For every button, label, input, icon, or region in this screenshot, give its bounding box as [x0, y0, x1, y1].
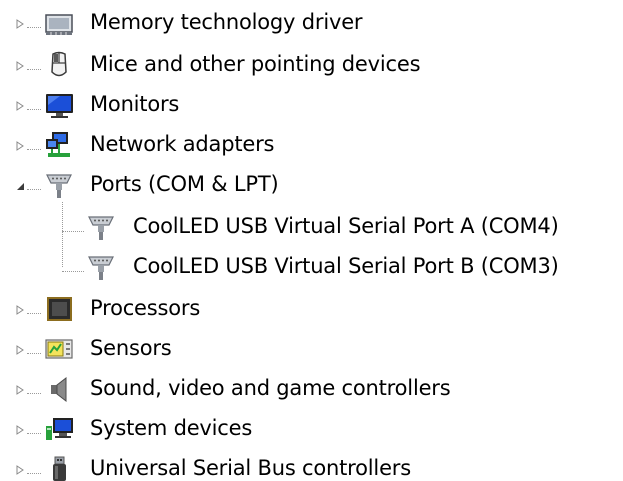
expand-arrow-icon[interactable]	[14, 424, 26, 436]
tree-item-memory-technology-driver[interactable]: Memory technology driver	[0, 4, 623, 40]
tree-item-label: System devices	[90, 416, 253, 440]
tree-item-processors[interactable]: Processors	[0, 290, 623, 326]
tree-connector-line	[27, 149, 41, 150]
expand-arrow-icon[interactable]	[14, 384, 26, 396]
tree-item-label: Sound, video and game controllers	[90, 376, 451, 400]
tree-item-coolled-port-a[interactable]: CoolLED USB Virtual Serial Port A (COM4)	[0, 208, 623, 244]
expand-arrow-icon[interactable]	[14, 464, 26, 476]
tree-item-label: Sensors	[90, 336, 172, 360]
tree-item-label: Network adapters	[90, 132, 275, 156]
tree-connector-line	[62, 231, 84, 232]
expand-arrow-icon[interactable]	[14, 304, 26, 316]
tree-item-mice[interactable]: Mice and other pointing devices	[0, 46, 623, 82]
processor-icon	[47, 297, 72, 321]
tree-item-label: Memory technology driver	[90, 10, 363, 34]
tree-connector-line	[27, 27, 41, 28]
speaker-icon	[51, 376, 67, 403]
system-devices-icon	[46, 418, 73, 440]
expand-arrow-icon[interactable]	[14, 140, 26, 152]
port-icon	[46, 174, 72, 198]
sensor-icon	[45, 339, 73, 359]
tree-connector-line	[27, 393, 41, 394]
tree-connector-line	[27, 433, 41, 434]
tree-item-label: CoolLED USB Virtual Serial Port B (COM3)	[133, 254, 559, 278]
memory-card-icon	[45, 14, 73, 35]
collapse-arrow-icon[interactable]	[14, 180, 26, 192]
port-icon	[88, 256, 114, 280]
tree-connector-line	[62, 271, 84, 272]
tree-connector-line	[27, 69, 41, 70]
tree-item-monitors[interactable]: Monitors	[0, 86, 623, 122]
tree-item-system-devices[interactable]: System devices	[0, 410, 623, 446]
network-adapter-icon	[46, 132, 70, 157]
tree-connector-line	[27, 313, 41, 314]
tree-connector-line	[27, 109, 41, 110]
expand-arrow-icon[interactable]	[14, 60, 26, 72]
tree-item-network-adapters[interactable]: Network adapters	[0, 126, 623, 162]
tree-item-label: CoolLED USB Virtual Serial Port A (COM4)	[133, 214, 559, 238]
tree-connector-line	[27, 353, 41, 354]
port-icon	[88, 216, 114, 240]
tree-connector-line	[27, 473, 41, 474]
expand-arrow-icon[interactable]	[14, 18, 26, 30]
tree-item-label: Ports (COM & LPT)	[90, 172, 279, 196]
tree-item-ports[interactable]: Ports (COM & LPT)	[0, 166, 623, 202]
tree-item-sound-video-game[interactable]: Sound, video and game controllers	[0, 370, 623, 406]
usb-plug-icon	[53, 456, 66, 481]
device-manager-tree: Memory technology driver Mice and other …	[0, 0, 623, 481]
expand-arrow-icon[interactable]	[14, 344, 26, 356]
tree-item-label: Processors	[90, 296, 201, 320]
expand-arrow-icon[interactable]	[14, 100, 26, 112]
tree-item-coolled-port-b[interactable]: CoolLED USB Virtual Serial Port B (COM3)	[0, 248, 623, 284]
tree-item-label: Mice and other pointing devices	[90, 52, 421, 76]
tree-item-label: Universal Serial Bus controllers	[90, 456, 411, 480]
tree-item-sensors[interactable]: Sensors	[0, 330, 623, 366]
monitor-icon	[46, 94, 73, 118]
tree-item-label: Monitors	[90, 92, 180, 116]
tree-connector-line	[27, 189, 41, 190]
tree-item-usb-controllers[interactable]: Universal Serial Bus controllers	[0, 450, 623, 481]
mouse-icon	[51, 51, 67, 77]
